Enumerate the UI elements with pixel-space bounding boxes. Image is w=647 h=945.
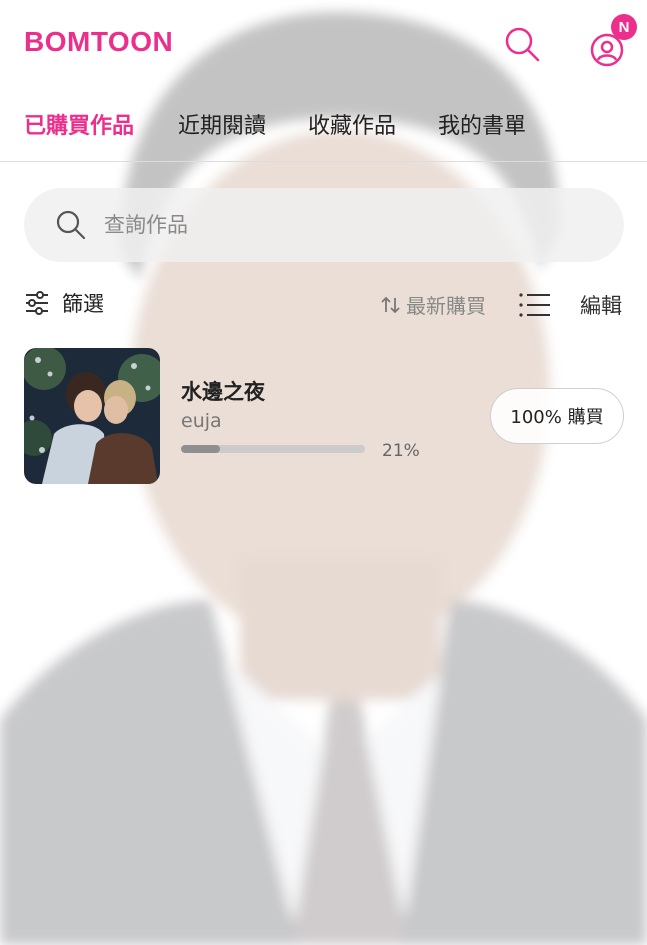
author-name: euja [181,410,222,432]
search-bar[interactable] [24,188,624,262]
user-profile-button[interactable]: N [585,14,641,68]
search-icon [505,27,540,62]
tab-favorites[interactable]: 收藏作品 [308,108,396,140]
list-view-icon [519,293,550,317]
tab-my-booklist[interactable]: 我的書單 [438,108,526,140]
reading-progress-text: 21% [382,441,420,461]
cover-image [24,348,160,484]
search-button[interactable] [500,22,544,66]
sort-arrows-icon [381,296,400,313]
title-name: 水邊之夜 [181,380,265,404]
search-icon [56,210,86,240]
filter-button[interactable]: 篩選 [24,288,104,318]
reading-progress-bar [181,445,365,453]
list-toolbar: 篩選 最新購買 編輯 [0,282,647,328]
sort-label: 最新購買 [406,294,486,318]
cover-thumbnail[interactable] [24,348,160,484]
library-screen: BOMTOON N 已購買作品 近期閱讀 收藏作品 我的書單 查詢作品 篩選 最… [0,0,647,945]
edit-button[interactable]: 編輯 [580,290,622,320]
filter-label: 篩選 [62,292,104,316]
bomtoon-logo[interactable]: BOMTOON [24,26,173,58]
library-tabs: 已購買作品 近期閱讀 收藏作品 我的書單 [0,100,647,162]
reading-progress-fill [181,445,220,453]
sort-button[interactable]: 最新購買 [380,290,486,319]
search-input[interactable] [104,213,544,237]
tab-purchased[interactable]: 已購買作品 [24,108,134,140]
list-view-button[interactable] [518,292,552,322]
tab-recent[interactable]: 近期閱讀 [178,108,266,140]
purchased-title-card[interactable]: 水邊之夜 euja 21% 100% 購買 [24,348,624,484]
top-bar: BOMTOON N [0,0,647,84]
notification-badge: N [611,14,637,40]
filter-sliders-icon [26,291,48,315]
purchase-button[interactable]: 100% 購買 [490,388,624,444]
